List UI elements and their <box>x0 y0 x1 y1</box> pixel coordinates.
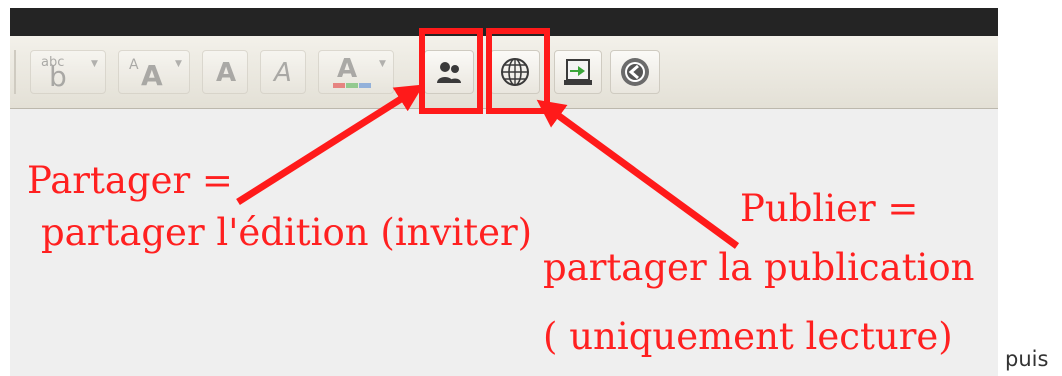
publish-annotation-desc: partager la publication <box>543 246 975 289</box>
publish-annotation-note: ( uniquement lecture) <box>543 315 953 358</box>
trailing-text: puis <box>1005 347 1049 371</box>
publish-annotation-title: Publier = <box>740 187 919 230</box>
publish-arrow <box>536 99 740 249</box>
screenshot-region: abc b ▼ A A ▼ A A A ▼ Partager = partage… <box>10 8 998 376</box>
share-annotation-title: Partager = <box>27 159 233 202</box>
share-annotation-desc: partager l'édition (inviter) <box>41 211 533 254</box>
share-arrow <box>236 84 424 205</box>
